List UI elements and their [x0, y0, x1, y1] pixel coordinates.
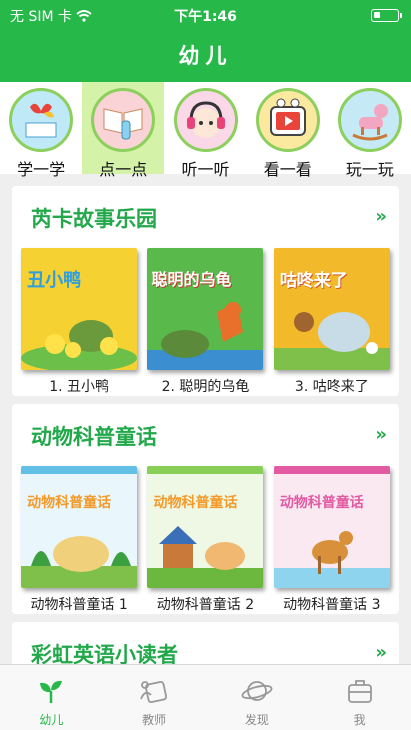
section-header[interactable]: 彩虹英语小读者 »	[12, 622, 399, 664]
section-animal-science: 动物科普童话 » 动物科普童话 动物科普童话 1 动物科普童话 动物科普童话 2…	[12, 404, 399, 614]
book-row: 丑小鸭 1. 丑小鸭 聪明的乌龟 2. 聪明的乌龟 咕咚来了 3. 咕咚来了	[12, 248, 399, 396]
category-listen[interactable]: 听一听	[164, 82, 246, 179]
tab-me[interactable]: 我	[308, 665, 411, 730]
more-arrow-icon[interactable]: »	[375, 424, 386, 445]
book-item[interactable]: 丑小鸭 1. 丑小鸭	[18, 248, 140, 396]
tab-teacher[interactable]: 教师	[103, 665, 206, 730]
page-title: 幼儿	[178, 44, 233, 68]
book-name: 动物科普童话 1	[30, 597, 128, 613]
more-arrow-icon[interactable]: »	[375, 642, 386, 663]
section-title: 芮卡故事乐园	[31, 207, 157, 231]
book-item[interactable]: 咕咚来了 3. 咕咚来了	[271, 248, 393, 396]
teacher-icon	[103, 675, 206, 707]
section-story-park: 芮卡故事乐园 » 丑小鸭 1. 丑小鸭 聪明的乌龟 2. 聪明的乌龟 咕咚来了 …	[12, 186, 399, 396]
rocking-horse-icon	[337, 88, 402, 152]
section-header[interactable]: 动物科普童话 »	[12, 404, 399, 460]
book-row: 动物科普童话 动物科普童话 1 动物科普童话 动物科普童话 2 动物科普童话 动…	[12, 466, 399, 614]
book-name: 动物科普童话 2	[156, 597, 255, 613]
butterfly-book-icon	[9, 88, 74, 152]
battery-icon	[371, 9, 402, 22]
more-arrow-icon[interactable]: »	[375, 206, 386, 227]
section-title: 动物科普童话	[31, 425, 157, 449]
category-watch[interactable]: 看一看	[247, 82, 329, 179]
tab-label: 教师	[142, 713, 167, 727]
tab-label: 我	[353, 713, 366, 727]
category-strip: 学一学 点一点 听一听 看一看 玩一玩	[0, 82, 411, 179]
cover-title: 动物科普童话	[279, 495, 364, 511]
cover-title: 动物科普童话	[27, 495, 112, 511]
top-bar: 无 SIM 卡 下午1:46 幼儿	[0, 0, 411, 82]
tv-icon	[255, 88, 320, 152]
section-rainbow-english: 彩虹英语小读者 »	[12, 622, 399, 664]
tab-bar: 幼儿 教师 发现 我	[0, 664, 411, 730]
cover-title: 动物科普童话	[153, 495, 238, 511]
status-time: 下午1:46	[174, 9, 237, 25]
book-cover: 动物科普童话	[21, 466, 138, 588]
category-play[interactable]: 玩一玩	[329, 82, 411, 179]
planet-icon	[206, 675, 309, 707]
section-title: 彩虹英语小读者	[31, 643, 178, 664]
book-cover: 动物科普童话	[147, 466, 264, 588]
book-item[interactable]: 动物科普童话 动物科普童话 1	[18, 466, 140, 614]
book-cover: 聪明的乌龟	[147, 248, 264, 370]
book-pointer-icon	[91, 88, 156, 152]
book-item[interactable]: 聪明的乌龟 2. 聪明的乌龟	[144, 248, 266, 396]
status-bar: 无 SIM 卡 下午1:46	[0, 0, 411, 28]
cover-title: 咕咚来了	[279, 271, 348, 291]
category-tap[interactable]: 点一点	[82, 82, 165, 179]
headphones-girl-icon	[173, 88, 238, 152]
book-item[interactable]: 动物科普童话 动物科普童话 3	[271, 466, 393, 614]
sprout-icon	[0, 675, 103, 707]
tab-label: 发现	[244, 713, 269, 727]
content-area[interactable]: 芮卡故事乐园 » 丑小鸭 1. 丑小鸭 聪明的乌龟 2. 聪明的乌龟 咕咚来了 …	[0, 174, 411, 664]
book-cover: 丑小鸭	[21, 248, 138, 370]
section-header[interactable]: 芮卡故事乐园 »	[12, 186, 399, 242]
tab-discover[interactable]: 发现	[206, 665, 309, 730]
book-name: 2. 聪明的乌龟	[161, 379, 250, 395]
category-learn[interactable]: 学一学	[0, 82, 82, 179]
tab-label: 幼儿	[39, 713, 64, 727]
tab-kids[interactable]: 幼儿	[0, 665, 103, 730]
briefcase-icon	[308, 675, 411, 707]
book-name: 3. 咕咚来了	[294, 379, 369, 395]
cover-title: 丑小鸭	[27, 270, 82, 291]
cover-title: 聪明的乌龟	[151, 270, 232, 289]
book-cover: 动物科普童话	[273, 466, 390, 588]
book-item[interactable]: 动物科普童话 动物科普童话 2	[144, 466, 266, 614]
book-name: 1. 丑小鸭	[49, 379, 110, 395]
book-cover: 咕咚来了	[273, 248, 390, 370]
book-name: 动物科普童话 3	[283, 597, 381, 613]
